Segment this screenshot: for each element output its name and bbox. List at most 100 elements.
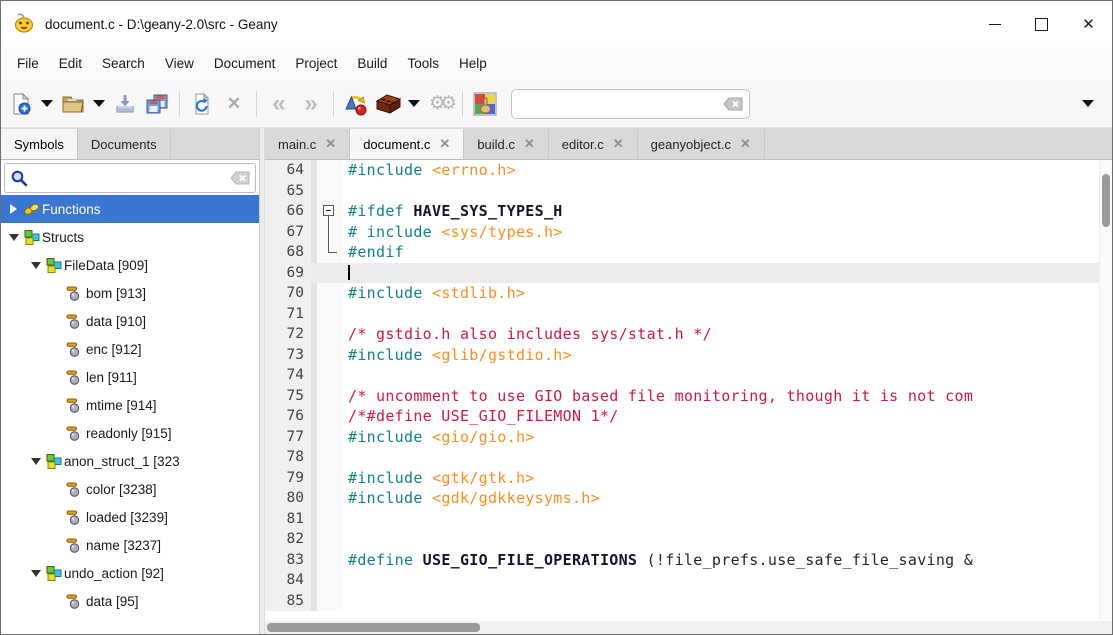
code-line[interactable]: 74 bbox=[265, 365, 1099, 386]
code-line[interactable]: 65 bbox=[265, 181, 1099, 202]
menu-project[interactable]: Project bbox=[285, 47, 347, 80]
tree-item[interactable]: undo_action [92] bbox=[1, 559, 259, 587]
build-dropdown-icon bbox=[408, 100, 420, 107]
clear-icon[interactable] bbox=[230, 171, 250, 185]
code-line[interactable]: 71 bbox=[265, 304, 1099, 325]
code-line[interactable]: 73#include <glib/gstdio.h> bbox=[265, 345, 1099, 366]
menu-tools[interactable]: Tools bbox=[397, 47, 449, 80]
tab-close-icon[interactable]: ✕ bbox=[325, 136, 336, 152]
open-file-button[interactable] bbox=[57, 86, 89, 122]
tree-item[interactable]: Structs bbox=[1, 223, 259, 251]
clear-icon[interactable] bbox=[723, 97, 743, 111]
tree-item[interactable]: enc [912] bbox=[1, 335, 259, 363]
member-icon bbox=[66, 537, 86, 554]
editor-tab-build.c[interactable]: build.c ✕ bbox=[464, 129, 548, 159]
fold-margin bbox=[317, 345, 343, 366]
save-file-button[interactable] bbox=[109, 86, 141, 122]
code-line[interactable]: 64#include <errno.h> bbox=[265, 160, 1099, 181]
tree-item[interactable]: Functions bbox=[1, 195, 259, 223]
menu-build[interactable]: Build bbox=[347, 47, 397, 80]
compile-button[interactable] bbox=[340, 86, 372, 122]
run-button[interactable]: ⚙⚙ bbox=[424, 86, 456, 122]
editor-tab-label: build.c bbox=[477, 137, 515, 152]
code-line[interactable]: 80#include <gdk/gdkkeysyms.h> bbox=[265, 488, 1099, 509]
minimize-icon bbox=[989, 24, 1001, 25]
code-line[interactable]: 76/*#define USE_GIO_FILEMON 1*/ bbox=[265, 406, 1099, 427]
menu-view[interactable]: View bbox=[155, 47, 204, 80]
toolbar-search-input[interactable] bbox=[518, 95, 723, 112]
tree-item[interactable]: readonly [915] bbox=[1, 419, 259, 447]
new-file-button[interactable] bbox=[5, 86, 37, 122]
tab-close-icon[interactable]: ✕ bbox=[439, 136, 450, 152]
code-line[interactable]: 84 bbox=[265, 570, 1099, 591]
close-file-button[interactable]: ✕ bbox=[218, 86, 250, 122]
tree-item[interactable]: anon_struct_1 [323 bbox=[1, 447, 259, 475]
code-line[interactable]: 68#endif bbox=[265, 242, 1099, 263]
sidebar-tab-documents[interactable]: Documents bbox=[78, 129, 171, 159]
expander-icon[interactable] bbox=[5, 223, 22, 251]
code-text bbox=[343, 263, 1099, 284]
editor-tab-main.c[interactable]: main.c✕ bbox=[265, 129, 350, 159]
new-file-dropdown[interactable] bbox=[37, 86, 57, 122]
tab-close-icon[interactable]: ✕ bbox=[740, 136, 751, 152]
close-button[interactable]: ✕ bbox=[1065, 1, 1112, 47]
save-all-button[interactable] bbox=[141, 86, 173, 122]
editor-tab-editor.c[interactable]: editor.c✕ bbox=[549, 129, 638, 159]
code-line[interactable]: 82 bbox=[265, 529, 1099, 550]
expander-icon[interactable] bbox=[27, 447, 44, 475]
tree-item[interactable]: bom [913] bbox=[1, 279, 259, 307]
menu-search[interactable]: Search bbox=[92, 47, 155, 80]
build-dropdown[interactable] bbox=[404, 86, 424, 122]
expander-icon[interactable] bbox=[27, 559, 44, 587]
editor-tab-geanyobject.c[interactable]: geanyobject.c✕ bbox=[638, 129, 765, 159]
editor-tab-document.c[interactable]: document.c✕ bbox=[350, 129, 464, 159]
code-line[interactable]: 81 bbox=[265, 509, 1099, 530]
code-line[interactable]: 70#include <stdlib.h> bbox=[265, 283, 1099, 304]
menu-file[interactable]: File bbox=[7, 47, 49, 80]
sidebar-tab-symbols[interactable]: Symbols bbox=[1, 129, 78, 159]
open-file-dropdown[interactable] bbox=[89, 86, 109, 122]
code-line[interactable]: 77#include <gio/gio.h> bbox=[265, 427, 1099, 448]
vertical-scrollbar-thumb[interactable] bbox=[1102, 174, 1110, 227]
toolbar-overflow-button[interactable] bbox=[1078, 86, 1098, 122]
code-line[interactable]: 66#ifdef HAVE_SYS_TYPES_H bbox=[265, 201, 1099, 222]
fold-end-marker bbox=[317, 242, 343, 263]
code-line[interactable]: 67# include <sys/types.h> bbox=[265, 222, 1099, 243]
build-button[interactable] bbox=[372, 86, 404, 122]
navigate-back-button[interactable]: « bbox=[263, 86, 295, 122]
expander-icon[interactable] bbox=[27, 251, 44, 279]
tree-item[interactable]: data [95] bbox=[1, 587, 259, 615]
minimize-button[interactable] bbox=[971, 1, 1018, 47]
menu-edit[interactable]: Edit bbox=[49, 47, 92, 80]
menu-help[interactable]: Help bbox=[449, 47, 497, 80]
tree-item[interactable]: FileData [909] bbox=[1, 251, 259, 279]
code-line[interactable]: 78 bbox=[265, 447, 1099, 468]
color-chooser-button[interactable] bbox=[469, 86, 501, 122]
navigate-forward-button[interactable]: » bbox=[295, 86, 327, 122]
tree-item[interactable]: name [3237] bbox=[1, 531, 259, 559]
revert-button[interactable] bbox=[186, 86, 218, 122]
menu-document[interactable]: Document bbox=[204, 47, 286, 80]
main-area: SymbolsDocuments FunctionsStructsFileDat… bbox=[1, 128, 1112, 634]
code-line[interactable]: 75/* uncomment to use GIO based file mon… bbox=[265, 386, 1099, 407]
tree-item[interactable]: loaded [3239] bbox=[1, 503, 259, 531]
tree-item[interactable]: len [911] bbox=[1, 363, 259, 391]
tree-item[interactable]: data [910] bbox=[1, 307, 259, 335]
maximize-button[interactable] bbox=[1018, 1, 1065, 47]
code-view[interactable]: 64#include <errno.h>6566#ifdef HAVE_SYS_… bbox=[265, 160, 1099, 621]
fold-start-marker[interactable] bbox=[317, 201, 343, 222]
symbols-filter-input[interactable] bbox=[33, 170, 230, 187]
code-line[interactable]: 72/* gstdio.h also includes sys/stat.h *… bbox=[265, 324, 1099, 345]
horizontal-scrollbar-thumb[interactable] bbox=[267, 623, 480, 632]
code-line[interactable]: 79#include <gtk/gtk.h> bbox=[265, 468, 1099, 489]
tab-close-icon[interactable]: ✕ bbox=[524, 136, 535, 152]
tab-close-icon[interactable]: ✕ bbox=[613, 136, 624, 152]
vertical-scrollbar[interactable] bbox=[1099, 160, 1112, 621]
code-line[interactable]: 69 bbox=[265, 263, 1099, 284]
horizontal-scrollbar[interactable] bbox=[265, 621, 1112, 634]
code-line[interactable]: 85 bbox=[265, 591, 1099, 612]
code-line[interactable]: 83#define USE_GIO_FILE_OPERATIONS (!file… bbox=[265, 550, 1099, 571]
expander-icon[interactable] bbox=[5, 195, 22, 223]
tree-item[interactable]: mtime [914] bbox=[1, 391, 259, 419]
tree-item[interactable]: color [3238] bbox=[1, 475, 259, 503]
